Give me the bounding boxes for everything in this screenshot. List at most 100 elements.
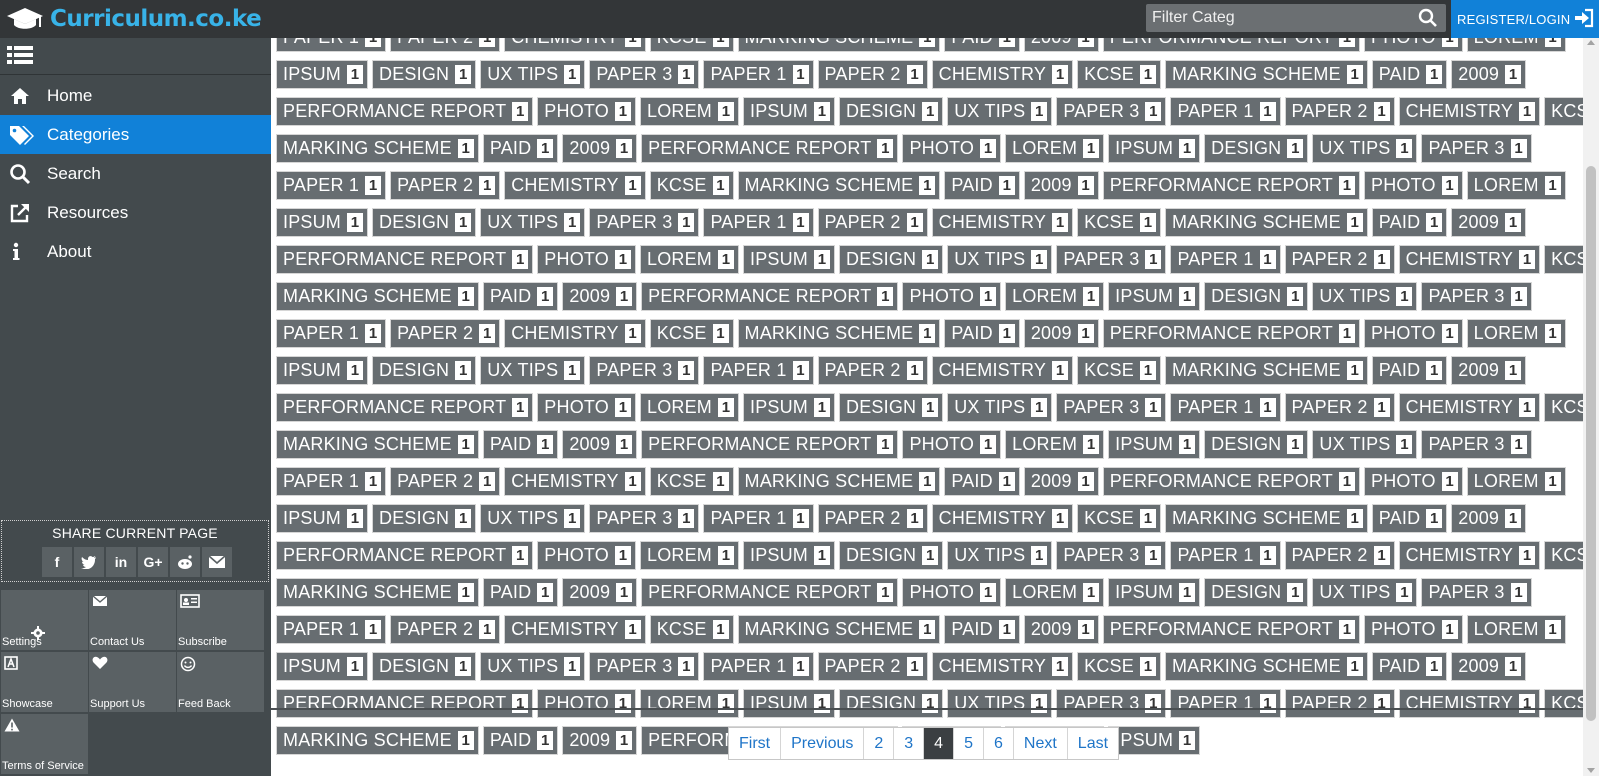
category-tag[interactable]: DESIGN 1 — [372, 208, 477, 237]
category-tag[interactable]: PAID 1 — [1371, 60, 1448, 89]
category-tag[interactable]: PAPER 3 1 — [589, 504, 700, 533]
category-tag[interactable]: IPSUM 1 — [743, 541, 836, 570]
category-tag[interactable]: PAID 1 — [1371, 504, 1448, 533]
category-tag[interactable]: LOREM 1 — [639, 689, 739, 718]
category-tag[interactable]: LOREM 1 — [1005, 282, 1105, 311]
category-tag[interactable]: UX TIPS 1 — [1312, 578, 1418, 607]
category-tag[interactable]: CHEMISTRY 1 — [504, 38, 646, 52]
category-tag[interactable]: IPSUM 1 — [276, 60, 369, 89]
category-tag[interactable]: PAPER 3 1 — [1056, 689, 1167, 718]
sidebar-item-search[interactable]: Search — [0, 154, 271, 193]
category-tag[interactable]: LOREM 1 — [639, 393, 739, 422]
category-tag[interactable]: CHEMISTRY 1 — [1398, 245, 1541, 274]
category-tag[interactable]: DESIGN 1 — [372, 652, 477, 681]
category-tag[interactable]: UX TIPS 1 — [947, 393, 1053, 422]
category-tag[interactable]: 2009 1 — [1023, 38, 1099, 52]
category-tag[interactable]: LOREM 1 — [639, 97, 739, 126]
category-tag[interactable]: PAPER 2 1 — [390, 38, 501, 52]
category-tag[interactable]: UX TIPS 1 — [947, 245, 1053, 274]
category-tag[interactable]: UX TIPS 1 — [480, 60, 586, 89]
category-tag[interactable]: PAPER 1 1 — [703, 652, 814, 681]
category-tag[interactable]: PAPER 1 1 — [703, 356, 814, 385]
category-tag[interactable]: DESIGN 1 — [1204, 430, 1309, 459]
category-tag[interactable]: PERFORMANCE REPORT 1 — [1102, 38, 1360, 52]
feedback-tile[interactable]: Feed Back — [177, 652, 264, 712]
category-tag[interactable]: DESIGN 1 — [839, 689, 944, 718]
category-tag[interactable]: PERFORMANCE REPORT 1 — [1102, 615, 1360, 644]
filter-categories-input[interactable] — [1146, 4, 1414, 32]
category-tag[interactable]: PAPER 3 1 — [1056, 97, 1167, 126]
category-tag[interactable]: PHOTO 1 — [537, 689, 636, 718]
category-tag[interactable]: CHEMISTRY 1 — [931, 504, 1074, 533]
brand-logo[interactable]: Curriculum.co.ke — [6, 3, 262, 35]
page-link-first[interactable]: First — [729, 728, 781, 759]
category-tag[interactable]: PAID 1 — [482, 282, 559, 311]
category-tag[interactable]: IPSUM 1 — [1108, 430, 1201, 459]
category-tag[interactable]: PAPER 3 1 — [1421, 134, 1532, 163]
category-tag[interactable]: IPSUM 1 — [1108, 726, 1201, 755]
category-tag[interactable]: PERFORMANCE REPORT 1 — [276, 245, 534, 274]
category-tag[interactable]: PAPER 3 1 — [589, 652, 700, 681]
category-tag[interactable]: PAPER 2 1 — [390, 615, 501, 644]
category-tag[interactable]: PHOTO 1 — [902, 578, 1002, 607]
category-tag[interactable]: KCSE1 — [1544, 689, 1583, 718]
category-tag[interactable]: MARKING SCHEME 1 — [1164, 652, 1368, 681]
category-tag[interactable]: DESIGN 1 — [839, 393, 944, 422]
category-tag[interactable]: PERFORMANCE REPORT 1 — [276, 393, 534, 422]
register-login-button[interactable]: REGISTER/LOGIN — [1451, 0, 1599, 38]
category-tag[interactable]: CHEMISTRY 1 — [504, 319, 646, 348]
category-tag[interactable]: PERFORMANCE REPORT 1 — [276, 689, 534, 718]
category-tag[interactable]: PAPER 1 1 — [703, 208, 814, 237]
category-tag[interactable]: KCSE1 — [649, 467, 734, 496]
category-tag[interactable]: PAPER 2 1 — [390, 171, 501, 200]
facebook-icon[interactable]: f — [42, 547, 72, 577]
category-tag[interactable]: LOREM 1 — [1466, 171, 1566, 200]
category-tag[interactable]: UX TIPS 1 — [947, 97, 1053, 126]
category-tag[interactable]: PAPER 1 1 — [1170, 689, 1281, 718]
category-tag[interactable]: LOREM 1 — [1005, 134, 1105, 163]
category-tag[interactable]: LOREM 1 — [1466, 467, 1566, 496]
google-plus-icon[interactable]: G+ — [138, 547, 168, 577]
category-tag[interactable]: PAPER 1 1 — [276, 615, 387, 644]
category-tag[interactable]: PHOTO 1 — [537, 245, 636, 274]
category-tag[interactable]: DESIGN 1 — [1204, 578, 1309, 607]
settings-tile[interactable]: Settings — [1, 590, 88, 650]
category-tag[interactable]: PAID 1 — [1371, 208, 1448, 237]
category-tag[interactable]: UX TIPS 1 — [480, 652, 586, 681]
category-tag[interactable]: IPSUM 1 — [743, 393, 836, 422]
category-tag[interactable]: CHEMISTRY 1 — [1398, 393, 1541, 422]
category-tag[interactable]: 2009 1 — [1451, 652, 1527, 681]
category-tag[interactable]: PAPER 1 1 — [1170, 97, 1281, 126]
category-tag[interactable]: MARKING SCHEME 1 — [276, 726, 479, 755]
category-tag[interactable]: IPSUM 1 — [743, 97, 836, 126]
category-tag[interactable]: CHEMISTRY 1 — [931, 208, 1074, 237]
category-tag[interactable]: CHEMISTRY 1 — [504, 615, 646, 644]
search-icon[interactable] — [1418, 8, 1438, 33]
category-tag[interactable]: LOREM 1 — [639, 245, 739, 274]
category-tag[interactable]: 2009 1 — [1451, 504, 1527, 533]
category-tag[interactable]: PHOTO 1 — [1363, 319, 1463, 348]
category-tag[interactable]: PAPER 2 1 — [1284, 541, 1395, 570]
category-tag[interactable]: PERFORMANCE REPORT 1 — [1102, 171, 1360, 200]
category-tag[interactable]: 2009 1 — [1023, 467, 1099, 496]
category-tag[interactable]: KCSE1 — [1077, 652, 1161, 681]
category-tag[interactable]: IPSUM 1 — [743, 689, 836, 718]
category-tag[interactable]: MARKING SCHEME 1 — [737, 171, 941, 200]
category-tag[interactable]: PHOTO 1 — [902, 282, 1002, 311]
category-tag[interactable]: KCSE1 — [649, 38, 734, 52]
category-tag[interactable]: CHEMISTRY 1 — [1398, 541, 1541, 570]
category-tag[interactable]: KCSE1 — [1077, 356, 1161, 385]
linkedin-icon[interactable]: in — [106, 547, 136, 577]
category-tag[interactable]: PAPER 2 1 — [1284, 97, 1395, 126]
category-tag[interactable]: DESIGN 1 — [1204, 134, 1309, 163]
category-tag[interactable]: PAPER 3 1 — [1421, 430, 1532, 459]
category-tag[interactable]: PAPER 1 1 — [276, 319, 387, 348]
category-tag[interactable]: PAPER 1 1 — [703, 60, 814, 89]
category-tag[interactable]: MARKING SCHEME 1 — [276, 282, 479, 311]
category-tag[interactable]: 2009 1 — [1451, 60, 1527, 89]
category-tag[interactable]: PHOTO 1 — [1363, 38, 1463, 52]
category-tag[interactable]: PHOTO 1 — [537, 541, 636, 570]
category-tag[interactable]: LOREM 1 — [639, 541, 739, 570]
category-tag[interactable]: 2009 1 — [1023, 615, 1099, 644]
page-link-last[interactable]: Last — [1066, 728, 1119, 759]
